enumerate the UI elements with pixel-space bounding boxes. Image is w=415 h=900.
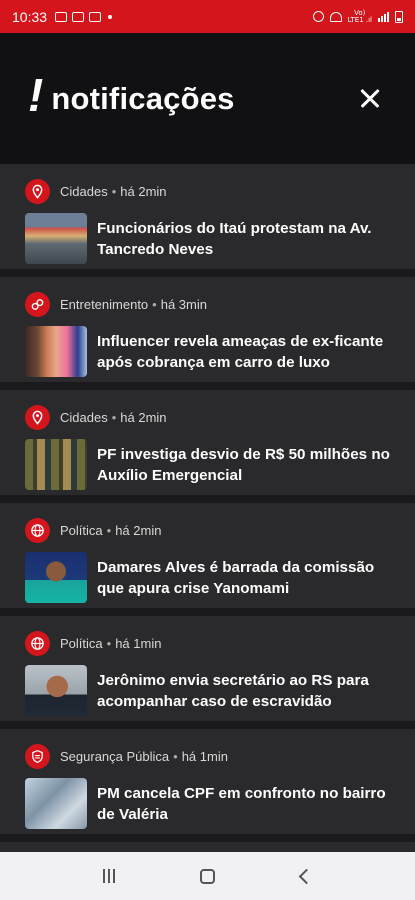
- globe-icon: [25, 517, 50, 543]
- wifi-icon: [329, 11, 342, 22]
- notification-category: Segurança Pública: [60, 748, 170, 764]
- notification-headline[interactable]: Jerônimo envia secretário ao RS para aco…: [97, 670, 391, 712]
- notification-thumbnail: [25, 326, 87, 377]
- shield-icon: [25, 743, 50, 769]
- notification-meta: Cidades • há 2min: [25, 178, 391, 204]
- alarm-icon: [312, 11, 324, 22]
- status-bar: 10:33 Vo) LTE1 .ıl: [0, 0, 415, 33]
- notification-thumbnail: [25, 778, 87, 829]
- location-pin-icon: [25, 178, 50, 204]
- notification-headline[interactable]: PF investiga desvio de R$ 50 milhões no …: [97, 444, 391, 486]
- notification-category: Cidades: [60, 183, 108, 199]
- notification-meta: Política • há 2min: [25, 517, 391, 543]
- page-header: ! notificações: [0, 33, 415, 164]
- app-icon: [89, 11, 102, 22]
- notification-headline[interactable]: Influencer revela ameaças de ex-ficante …: [97, 331, 391, 373]
- notification-item[interactable]: Segurança Pública • há 1min PM cancela CPF…: [0, 729, 415, 842]
- notification-headline[interactable]: PM cancela CPF em confronto no bairro de…: [97, 783, 391, 825]
- page-title: notificações: [51, 80, 235, 116]
- notification-category: Política: [60, 522, 103, 538]
- notification-time: há 2min: [120, 183, 167, 199]
- carrier-line-2: LTE1 .ıl: [347, 15, 372, 24]
- back-icon[interactable]: [298, 868, 315, 884]
- home-icon[interactable]: [200, 868, 216, 884]
- notification-item[interactable]: Cidades • há 2min Funcionários do Itaú pro…: [0, 164, 415, 277]
- notification-time: há 2min: [115, 522, 162, 538]
- status-time: 10:33: [12, 8, 48, 25]
- close-icon[interactable]: [355, 84, 385, 114]
- notification-item[interactable]: Cidades • há 2min PF investiga desvio de R…: [0, 390, 415, 503]
- notification-meta: Segurança Pública • há 1min: [25, 743, 391, 769]
- recent-apps-icon[interactable]: [102, 869, 115, 883]
- notification-meta: Política • há 1min: [25, 630, 391, 656]
- gallery-icon: [55, 11, 68, 22]
- notification-thumbnail: [25, 439, 87, 490]
- notification-time: há 2min: [120, 409, 167, 425]
- notification-list[interactable]: Cidades • há 2min Funcionários do Itaú pro…: [0, 164, 415, 852]
- notification-time: há 1min: [181, 748, 228, 764]
- notification-item[interactable]: Entretenimento • há 3min Influencer revela…: [0, 277, 415, 390]
- system-nav-bar: [0, 852, 415, 900]
- globe-icon: [25, 630, 50, 656]
- more-dot-icon: [108, 14, 113, 19]
- notification-category: Política: [60, 635, 103, 651]
- notification-meta: Entretenimento • há 3min: [25, 291, 391, 317]
- notification-category: Entretenimento: [60, 296, 149, 312]
- notification-item[interactable]: Política • há 2min Damares Alves é barrada…: [0, 503, 415, 616]
- message-icon: [72, 11, 85, 22]
- battery-icon: [395, 10, 403, 23]
- notification-thumbnail: [25, 552, 87, 603]
- notification-category: Cidades: [60, 409, 108, 425]
- notification-thumbnail: [25, 213, 87, 264]
- status-system-icons: Vo) LTE1 .ıl: [312, 9, 403, 24]
- notification-time: há 1min: [115, 635, 162, 651]
- notification-item[interactable]: Política • há 1min Jerônimo envia secretár…: [0, 616, 415, 729]
- brand-logo: !: [28, 68, 44, 121]
- notification-headline[interactable]: Damares Alves é barrada da comissão que …: [97, 557, 391, 599]
- entertainment-icon: [25, 291, 50, 317]
- notification-time: há 3min: [160, 296, 207, 312]
- carrier-label: Vo) LTE1 .ıl: [347, 9, 372, 24]
- notification-thumbnail: [25, 665, 87, 716]
- notification-meta: Cidades • há 2min: [25, 404, 391, 430]
- notification-headline[interactable]: Funcionários do Itaú protestam na Av. Ta…: [97, 218, 391, 260]
- location-pin-icon: [25, 404, 50, 430]
- signal-icon: [378, 11, 389, 22]
- status-notification-icons: [55, 11, 113, 22]
